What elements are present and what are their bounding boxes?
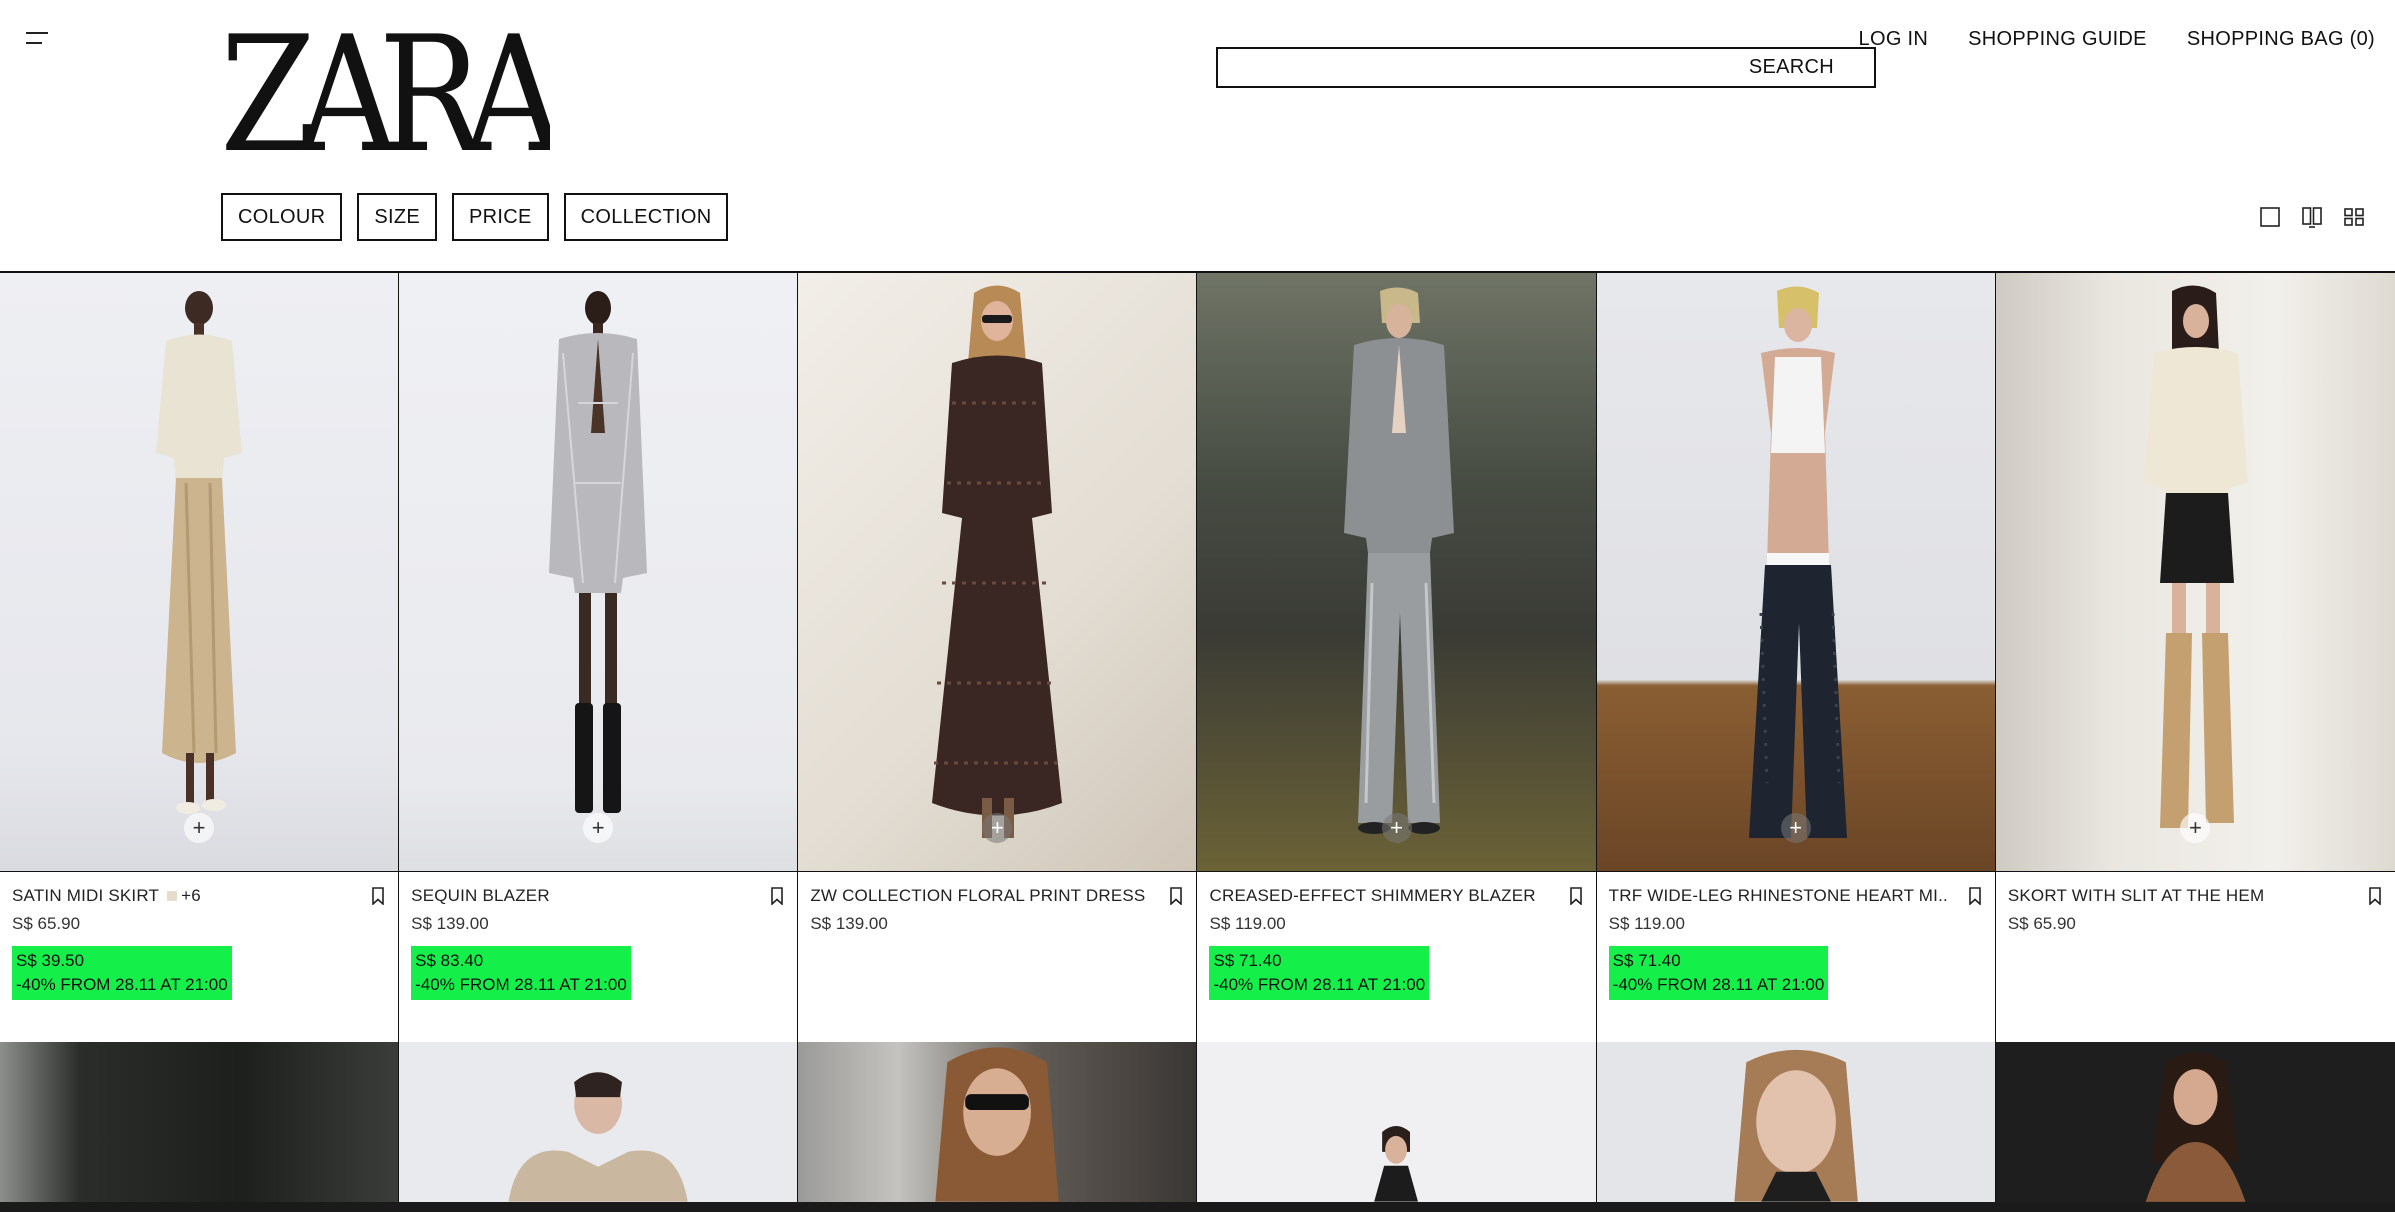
product-image[interactable]: +	[1596, 273, 1995, 871]
single-column-view-icon[interactable]	[2259, 206, 2281, 228]
add-to-bag-icon[interactable]: +	[184, 813, 215, 843]
product-price: S$ 65.90	[2007, 914, 2076, 933]
filter-collection-button[interactable]: COLLECTION	[563, 193, 729, 241]
product-info: SATIN MIDI SKIRT +6 S$ 65.90 S$ 39.50 -4…	[0, 871, 399, 1044]
sale-badge: S$ 71.40 -40% FROM 28.11 AT 21:00	[1209, 946, 1430, 1000]
product-image[interactable]: +	[798, 273, 1197, 871]
shopping-guide-link[interactable]: SHOPPING GUIDE	[1968, 28, 2147, 51]
product-info: TRF WIDE-LEG RHINESTONE HEART MI... S$ 1…	[1596, 871, 1995, 1044]
sale-badge: S$ 71.40 -40% FROM 28.11 AT 21:00	[1608, 946, 1829, 1000]
bottom-bar	[0, 1202, 2395, 1212]
product-image[interactable]: +	[1197, 273, 1596, 871]
bookmark-icon[interactable]	[370, 887, 386, 905]
menu-icon[interactable]	[26, 32, 48, 52]
product-name[interactable]: CREASED-EFFECT SHIMMERY BLAZER	[1209, 886, 1535, 906]
product-price: S$ 139.00	[411, 914, 489, 933]
sale-price: S$ 83.40	[415, 951, 484, 970]
add-to-bag-icon[interactable]: +	[1780, 813, 1811, 843]
model-figure	[2145, 1052, 2246, 1202]
product-card: + SATIN MIDI SKIRT +6 S$ 65.90 S$ 39.50 …	[0, 273, 400, 1045]
search-box[interactable]: SEARCH	[1216, 47, 1876, 88]
grid-view-icon[interactable]	[2343, 206, 2365, 228]
search-input[interactable]	[1218, 49, 1874, 86]
sale-price: S$ 71.40	[1213, 951, 1282, 970]
product-image[interactable]	[1197, 1042, 1597, 1202]
product-image[interactable]: +	[399, 273, 798, 871]
shopping-bag-link[interactable]: SHOPPING BAG (0)	[2187, 28, 2375, 51]
model-figure	[1343, 287, 1454, 834]
zara-logo[interactable]: ZARA	[220, 22, 550, 164]
two-column-view-icon[interactable]	[2301, 206, 2323, 228]
add-to-bag-icon[interactable]: +	[583, 813, 614, 843]
product-name[interactable]: SEQUIN BLAZER	[411, 886, 550, 906]
product-image[interactable]	[1995, 1042, 2395, 1202]
product-name[interactable]: ZW COLLECTION FLORAL PRINT DRESS	[810, 886, 1145, 906]
product-grid: + SATIN MIDI SKIRT +6 S$ 65.90 S$ 39.50 …	[0, 271, 2395, 1045]
product-grid-row-2	[0, 1042, 2395, 1202]
product-image[interactable]: +	[0, 273, 399, 871]
bookmark-icon[interactable]	[1568, 887, 1584, 905]
product-price: S$ 119.00	[1608, 914, 1685, 933]
sale-badge: S$ 83.40 -40% FROM 28.11 AT 21:00	[411, 946, 631, 1000]
account-links: LOG IN SHOPPING GUIDE SHOPPING BAG (0)	[1859, 28, 2375, 51]
product-card: + SKORT WITH SLIT AT THE HEM S$ 65.90	[1995, 273, 2395, 1045]
product-image[interactable]: +	[1995, 273, 2395, 871]
sale-note: -40% FROM 28.11 AT 21:00	[16, 975, 228, 994]
product-card: + CREASED-EFFECT SHIMMERY BLAZER S$ 119.…	[1197, 273, 1597, 1045]
sale-note: -40% FROM 28.11 AT 21:00	[1213, 975, 1426, 994]
product-card: + ZW COLLECTION FLORAL PRINT DRESS S$ 13…	[798, 273, 1198, 1045]
model-figure	[1748, 286, 1847, 838]
sale-badge: S$ 39.50 -40% FROM 28.11 AT 21:00	[12, 946, 232, 1000]
product-card: + TRF WIDE-LEG RHINESTONE HEART MI... S$…	[1596, 273, 1996, 1045]
more-colours-count[interactable]: +6	[181, 886, 201, 906]
sale-note: -40% FROM 28.11 AT 21:00	[1612, 975, 1825, 994]
model-figure	[1374, 1125, 1419, 1202]
filter-size-button[interactable]: SIZE	[357, 193, 438, 241]
product-price: S$ 65.90	[12, 914, 81, 933]
model-figure	[508, 1072, 688, 1202]
product-card: + SEQUIN BLAZER S$ 139.00 S$ 83.40 -40% …	[399, 273, 799, 1045]
product-info: SEQUIN BLAZER S$ 139.00 S$ 83.40 -40% FR…	[399, 871, 798, 1044]
view-toggles	[2259, 206, 2365, 228]
product-price: S$ 139.00	[810, 914, 888, 933]
colour-swatch[interactable]	[167, 891, 178, 901]
model-figure	[935, 1047, 1060, 1202]
product-image[interactable]	[399, 1042, 799, 1202]
filter-price-button[interactable]: PRICE	[452, 193, 549, 241]
filter-bar: COLOUR SIZE PRICE COLLECTION	[221, 193, 729, 241]
bookmark-icon[interactable]	[2367, 887, 2383, 905]
filter-colour-button[interactable]: COLOUR	[221, 193, 343, 241]
model-figure	[932, 285, 1063, 838]
model-figure	[549, 291, 648, 813]
product-image[interactable]	[1596, 1042, 1996, 1202]
model-figure	[156, 291, 243, 814]
add-to-bag-icon[interactable]: +	[982, 813, 1013, 843]
bookmark-icon[interactable]	[1168, 887, 1184, 905]
sale-note: -40% FROM 28.11 AT 21:00	[415, 975, 627, 994]
login-link[interactable]: LOG IN	[1859, 28, 1929, 51]
product-price: S$ 119.00	[1209, 914, 1286, 933]
product-image[interactable]	[798, 1042, 1198, 1202]
bookmark-icon[interactable]	[769, 887, 785, 905]
product-name[interactable]: SKORT WITH SLIT AT THE HEM	[2008, 886, 2264, 906]
add-to-bag-icon[interactable]: +	[1381, 813, 1412, 843]
product-info: CREASED-EFFECT SHIMMERY BLAZER S$ 119.00…	[1197, 871, 1596, 1044]
model-figure	[1734, 1049, 1858, 1202]
product-image[interactable]	[0, 1042, 400, 1202]
sale-price: S$ 71.40	[1612, 951, 1681, 970]
add-to-bag-icon[interactable]: +	[2180, 813, 2211, 843]
product-info: ZW COLLECTION FLORAL PRINT DRESS S$ 139.…	[798, 871, 1197, 1044]
product-name[interactable]: SATIN MIDI SKIRT	[12, 886, 159, 906]
product-name-wrap: SATIN MIDI SKIRT +6	[12, 886, 201, 906]
model-figure	[2144, 285, 2249, 828]
sale-price: S$ 39.50	[16, 951, 85, 970]
product-info: SKORT WITH SLIT AT THE HEM S$ 65.90	[1995, 871, 2395, 1044]
bookmark-icon[interactable]	[1967, 887, 1983, 905]
svg-text:ZARA: ZARA	[220, 22, 550, 164]
product-name[interactable]: TRF WIDE-LEG RHINESTONE HEART MI...	[1609, 886, 1949, 906]
